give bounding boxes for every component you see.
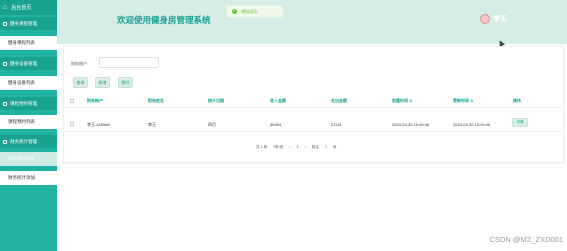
success-icon: ✓ bbox=[232, 9, 237, 14]
avatar bbox=[480, 14, 490, 24]
pagination: 共 1 条 7条/页 ‹ 1 › 前往 1 页 bbox=[256, 143, 343, 151]
sidebar-group-course[interactable]: 健身课程管理 bbox=[0, 17, 57, 30]
column-updated-label: 更新时间 bbox=[453, 98, 469, 103]
page-size-select[interactable]: 7条/页 bbox=[273, 145, 283, 150]
sidebar-group-booking[interactable]: 课程预约管理 bbox=[0, 97, 57, 110]
column-date: 统计日期 bbox=[208, 98, 224, 103]
menu-icon bbox=[3, 21, 7, 26]
sidebar-group-equipment[interactable]: 健身设备管理 bbox=[0, 57, 57, 70]
success-toast: ✓ 增加成功! bbox=[226, 5, 283, 18]
user-name: 李玉 bbox=[493, 16, 507, 23]
page-unit-label: 页 bbox=[332, 144, 337, 149]
column-name: 财务姓名 bbox=[148, 98, 164, 103]
sidebar-group-label: 健身课程管理 bbox=[10, 20, 37, 26]
watermark: CSDN @MZ_ZXD001 bbox=[489, 235, 563, 244]
cell-name: 李玉 bbox=[148, 122, 156, 127]
column-expense: 支出金额 bbox=[331, 98, 347, 103]
goto-label: 前往 bbox=[311, 144, 319, 149]
sidebar-group-label: 课程预约管理 bbox=[10, 100, 37, 106]
table-row: 李玉-445566 李玉 四月 55454 21114 2024-04-30 1… bbox=[63, 117, 562, 132]
column-updated[interactable]: 更新时间 ≑ bbox=[453, 98, 473, 104]
cell-date: 四月 bbox=[208, 122, 216, 127]
select-all-checkbox[interactable] bbox=[70, 99, 74, 103]
sidebar-item-equipment-list[interactable]: 健身设备列表 bbox=[0, 76, 57, 90]
goto-page-input[interactable]: 1 bbox=[325, 145, 327, 149]
detail-button[interactable]: 详情 bbox=[512, 118, 528, 127]
column-created-label: 创建时间 bbox=[392, 98, 408, 103]
prev-page-button[interactable]: ‹ bbox=[289, 145, 290, 149]
add-button[interactable]: 新增 bbox=[95, 77, 110, 88]
sidebar-group-label: 财务统计管理 bbox=[10, 138, 37, 144]
sidebar-home[interactable]: ⌂ 后台首页 bbox=[0, 0, 57, 15]
cell-created: 2024-04-30 15:39:46 bbox=[392, 122, 430, 127]
toast-message: 增加成功! bbox=[241, 8, 259, 14]
sidebar-item-label: 健身设备列表 bbox=[8, 80, 35, 85]
column-income: 收入金额 bbox=[270, 98, 286, 103]
column-account: 财务账户 bbox=[87, 98, 103, 103]
sidebar-group-label: 健身设备管理 bbox=[10, 60, 37, 66]
sort-icon: ≑ bbox=[470, 98, 474, 103]
sort-icon: ≑ bbox=[409, 98, 413, 103]
sidebar-item-label: 课程预约列表 bbox=[8, 119, 35, 124]
search-label: 财务账户: bbox=[71, 61, 89, 66]
cell-income: 55454 bbox=[270, 122, 282, 127]
sidebar-item-label: 财务统计列表 bbox=[8, 156, 35, 161]
home-icon: ⌂ bbox=[3, 4, 8, 11]
cell-account: 李玉-445566 bbox=[87, 122, 110, 127]
sidebar-item-course-list[interactable]: 健身课程列表 bbox=[0, 36, 57, 50]
next-page-button[interactable]: › bbox=[305, 145, 306, 149]
user-menu[interactable]: 李玉 bbox=[480, 14, 507, 24]
sidebar: ⌂ 后台首页 健身课程管理 健身课程列表 健身设备管理 健身设备列表 课程预约管… bbox=[0, 0, 57, 251]
sidebar-item-booking-list[interactable]: 课程预约列表 bbox=[0, 115, 57, 129]
sidebar-item-finance-add[interactable]: 财务统计添加 bbox=[0, 171, 57, 185]
column-action: 操作 bbox=[513, 98, 521, 103]
cell-updated: 2024-04-30 15:39:46 bbox=[453, 122, 491, 127]
pagination-total: 共 1 条 bbox=[256, 144, 268, 149]
row-checkbox[interactable] bbox=[70, 122, 74, 126]
menu-icon bbox=[3, 139, 7, 144]
search-input[interactable] bbox=[99, 57, 159, 68]
search-button[interactable]: 查询 bbox=[73, 77, 88, 88]
current-page[interactable]: 1 bbox=[297, 145, 299, 149]
sidebar-group-finance[interactable]: 财务统计管理 bbox=[0, 135, 57, 148]
page-title: 欢迎使用健身房管理系统 bbox=[117, 15, 211, 25]
menu-icon bbox=[3, 61, 7, 66]
sidebar-item-label: 财务统计添加 bbox=[8, 175, 35, 180]
table-header: 财务账户 财务姓名 统计日期 收入金额 支出金额 创建时间 ≑ 更新时间 ≑ 操… bbox=[63, 95, 562, 108]
cell-expense: 21114 bbox=[331, 122, 342, 127]
sidebar-item-label: 健身课程列表 bbox=[8, 40, 35, 45]
sidebar-item-finance-list[interactable]: 财务统计列表 bbox=[0, 152, 57, 166]
menu-icon bbox=[3, 101, 7, 106]
delete-button[interactable]: 删除 bbox=[118, 77, 133, 88]
column-created[interactable]: 创建时间 ≑ bbox=[392, 98, 412, 104]
sidebar-home-label: 后台首页 bbox=[11, 5, 32, 11]
